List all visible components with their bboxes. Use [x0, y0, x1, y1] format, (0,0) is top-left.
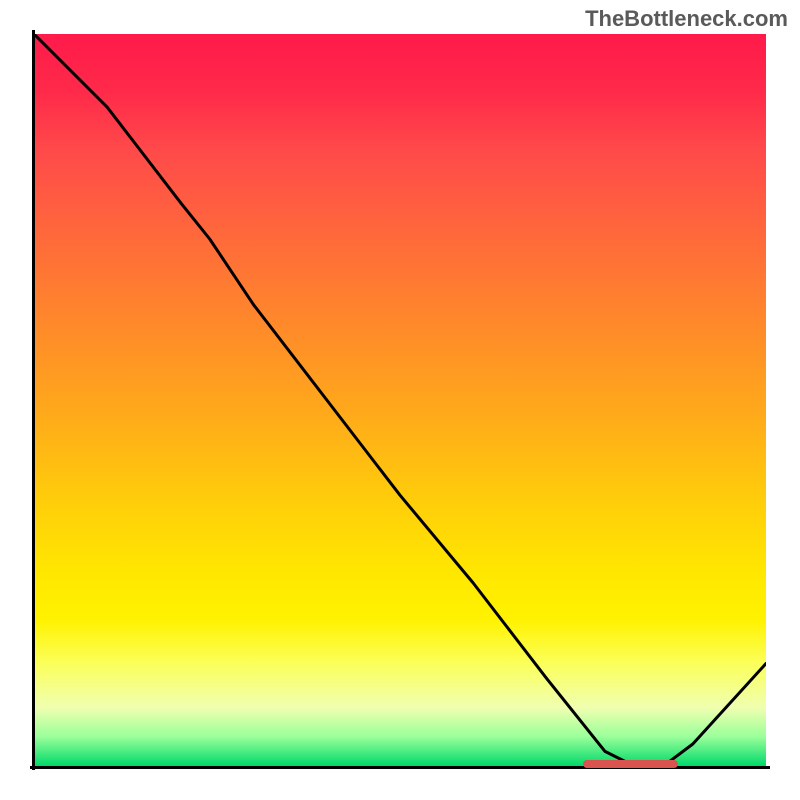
curve-line — [34, 34, 766, 766]
plot-area — [34, 34, 766, 766]
chart-svg — [34, 34, 766, 766]
highlight-marker — [583, 760, 678, 768]
y-axis — [32, 30, 35, 770]
watermark-text: TheBottleneck.com — [585, 6, 788, 32]
